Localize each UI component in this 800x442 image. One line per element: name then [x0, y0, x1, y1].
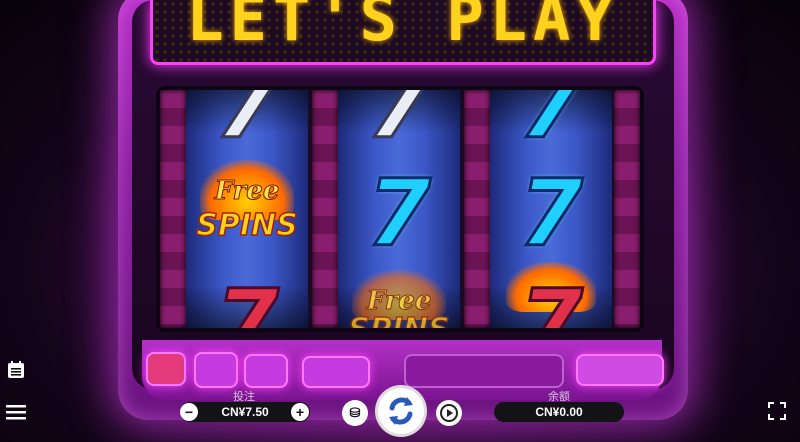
- history-button[interactable]: [6, 360, 26, 380]
- reel-divider: [312, 90, 338, 328]
- balance-value: CN¥0.00: [535, 405, 583, 419]
- fullscreen-icon: [768, 402, 786, 420]
- balance-display: CN¥0.00: [494, 402, 624, 422]
- bet-settings-icon: ⛁: [349, 405, 361, 420]
- reel-3: 7 7 7: [490, 90, 612, 328]
- fullscreen-button[interactable]: [768, 402, 786, 420]
- spin-button[interactable]: [378, 388, 424, 434]
- autoplay-icon: [440, 404, 458, 422]
- cabinet-pad-center: [404, 354, 564, 388]
- cabinet-pad: [302, 356, 370, 388]
- reel-divider: [614, 90, 640, 328]
- symbol-seven-red: 7: [517, 270, 584, 328]
- cabinet-pad: [146, 352, 186, 386]
- reel-divider: [160, 90, 186, 328]
- menu-button[interactable]: [5, 402, 27, 422]
- history-icon: [8, 361, 24, 378]
- autoplay-button[interactable]: [436, 400, 462, 426]
- bet-decrease-button[interactable]: −: [180, 403, 198, 421]
- symbol-seven-cyan: 7: [517, 90, 584, 159]
- symbol-seven-cyan: 7: [365, 160, 432, 267]
- symbol-free-spins-spins: SPINS: [338, 311, 460, 328]
- reel-1: 7 Free SPINS 7: [186, 90, 308, 328]
- cabinet-pad: [576, 354, 664, 386]
- symbol-free-spins-free: Free: [214, 176, 280, 207]
- menu-icon: [6, 405, 26, 420]
- symbol-seven-red: 7: [213, 270, 280, 328]
- symbol-seven-cyan: 7: [517, 160, 584, 267]
- cabinet-pad: [244, 354, 288, 388]
- marquee-text: LET'S PLAY: [186, 0, 620, 55]
- bet-settings-button[interactable]: ⛁: [342, 400, 368, 426]
- symbol-seven-silver: 7: [365, 90, 432, 159]
- symbol-seven-silver: 7: [213, 90, 280, 159]
- reel-divider: [464, 90, 490, 328]
- bet-value: CN¥7.50: [221, 405, 269, 419]
- marquee: LET'S PLAY: [150, 0, 656, 65]
- reel-2: 7 7 Free SPINS: [338, 90, 460, 328]
- spin-icon: [389, 397, 413, 425]
- cabinet-pad: [194, 352, 238, 388]
- symbol-free-spins-spins: SPINS: [196, 207, 299, 244]
- bet-increase-button[interactable]: +: [291, 403, 309, 421]
